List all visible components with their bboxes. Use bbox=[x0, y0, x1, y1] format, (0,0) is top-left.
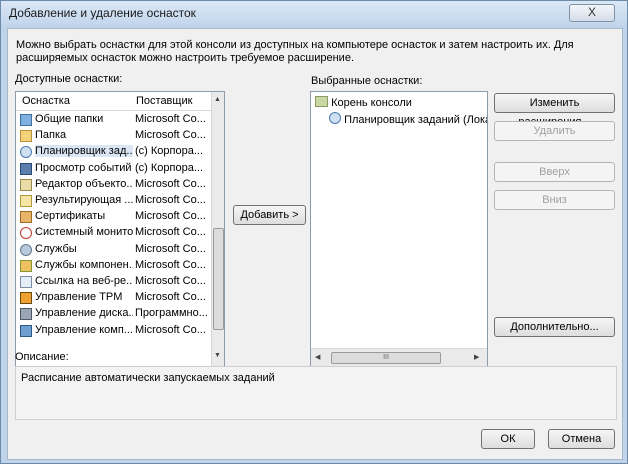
rsop-icon bbox=[20, 195, 32, 207]
horizontal-scroll-thumb[interactable]: III bbox=[331, 352, 441, 364]
dialog-window: Добавление и удаление оснасток X Можно в… bbox=[0, 0, 628, 464]
snapin-vendor: Программно... bbox=[135, 307, 208, 320]
snapin-name: Системный монитор bbox=[35, 226, 133, 239]
selected-snapins-tree[interactable]: Корень консоли Планировщик заданий (Лока… bbox=[310, 91, 488, 367]
edit-extensions-button[interactable]: Изменить расширения... bbox=[494, 93, 615, 128]
column-header-vendor[interactable]: Поставщик bbox=[136, 95, 192, 107]
tree-node-console-root[interactable]: Корень консоли bbox=[315, 96, 412, 109]
snapin-vendor: (c) Корпора... bbox=[135, 161, 204, 174]
list-item[interactable]: Управление TPM Microsoft Co... bbox=[16, 290, 211, 306]
snapin-name: Общие папки bbox=[35, 113, 104, 125]
folder-icon bbox=[20, 130, 32, 143]
ok-button[interactable]: ОК bbox=[481, 429, 535, 449]
web-link-icon bbox=[20, 276, 32, 288]
list-item[interactable]: Результирующая ... Microsoft Co... bbox=[16, 193, 211, 209]
cancel-button[interactable]: Отмена bbox=[548, 429, 615, 449]
snapin-name: Планировщик зад... bbox=[35, 145, 133, 158]
title-bar[interactable]: Добавление и удаление оснасток X bbox=[1, 1, 627, 25]
snapin-name: Службы bbox=[35, 242, 77, 255]
console-root-icon bbox=[315, 96, 328, 107]
window-title: Добавление и удаление оснасток bbox=[9, 6, 196, 20]
snapin-name: Просмотр событий bbox=[35, 161, 132, 174]
move-down-button[interactable]: Вниз bbox=[494, 190, 615, 210]
event-viewer-icon bbox=[20, 162, 32, 175]
tpm-icon bbox=[20, 292, 32, 305]
computer-management-icon bbox=[20, 324, 32, 337]
snapin-name: Управление TPM bbox=[35, 291, 123, 304]
snapin-name: Редактор объекто... bbox=[35, 177, 133, 190]
description-label: Описание: bbox=[15, 351, 69, 363]
snapin-vendor: Microsoft Co... bbox=[135, 275, 206, 287]
snapin-name: Службы компонен... bbox=[35, 258, 133, 271]
move-up-button[interactable]: Вверх bbox=[494, 162, 615, 182]
list-item[interactable]: Управление комп... Microsoft Co... bbox=[16, 323, 211, 339]
tree-node-label: Корень консоли bbox=[331, 97, 412, 109]
system-monitor-icon bbox=[20, 227, 32, 240]
snapin-vendor: Microsoft Co... bbox=[135, 323, 206, 336]
list-item[interactable]: Сертификаты Microsoft Co... bbox=[16, 209, 211, 225]
certificates-icon bbox=[20, 211, 32, 224]
available-snapins-label: Доступные оснастки: bbox=[15, 73, 123, 85]
task-scheduler-icon bbox=[20, 146, 32, 159]
snapin-vendor: Microsoft Co... bbox=[135, 210, 206, 223]
snapin-name: Управление диска... bbox=[35, 307, 133, 320]
snapin-vendor: Microsoft Co... bbox=[135, 226, 206, 239]
component-services-icon bbox=[20, 259, 32, 272]
vertical-scroll-thumb[interactable] bbox=[213, 228, 224, 330]
scroll-down-arrow-icon[interactable]: ▼ bbox=[214, 352, 221, 359]
available-snapins-list[interactable]: Оснастка Поставщик Общие папки Microsoft … bbox=[15, 91, 225, 367]
tree-node-task-scheduler[interactable]: Планировщик заданий (Локальн bbox=[329, 112, 487, 126]
snapin-vendor: Microsoft Co... bbox=[135, 258, 206, 271]
snapin-name: Результирующая ... bbox=[35, 194, 133, 206]
vertical-scrollbar[interactable]: ▲ ▼ bbox=[211, 92, 224, 366]
list-item[interactable]: Просмотр событий (c) Корпора... bbox=[16, 161, 211, 177]
close-icon: X bbox=[587, 5, 596, 19]
close-button[interactable]: X bbox=[569, 4, 615, 22]
list-item[interactable]: Службы компонен... Microsoft Co... bbox=[16, 258, 211, 274]
snapin-vendor: Microsoft Co... bbox=[135, 113, 206, 125]
list-item[interactable]: Ссылка на веб-ре... Microsoft Co... bbox=[16, 274, 211, 290]
snapin-vendor: (c) Корпора... bbox=[135, 145, 204, 158]
description-box: Расписание автоматически запускаемых зад… bbox=[15, 366, 617, 420]
list-header: Оснастка Поставщик bbox=[16, 92, 211, 111]
scroll-left-arrow-icon[interactable]: ◀ bbox=[315, 353, 320, 361]
shared-folders-icon bbox=[20, 114, 32, 126]
snapin-vendor: Microsoft Co... bbox=[135, 291, 206, 304]
horizontal-scrollbar[interactable]: ◀ III ▶ bbox=[311, 348, 487, 366]
snapin-name: Сертификаты bbox=[35, 210, 106, 223]
snapin-vendor: Microsoft Co... bbox=[135, 177, 206, 190]
list-item[interactable]: Редактор объекто... Microsoft Co... bbox=[16, 177, 211, 193]
list-item[interactable]: Системный монитор Microsoft Co... bbox=[16, 225, 211, 241]
description-text: Расписание автоматически запускаемых зад… bbox=[21, 372, 275, 384]
add-button[interactable]: Добавить > bbox=[233, 205, 306, 225]
task-scheduler-icon bbox=[329, 112, 341, 124]
tree-node-label: Планировщик заданий (Локальн bbox=[344, 114, 487, 126]
snapin-vendor: Microsoft Co... bbox=[135, 129, 206, 142]
column-header-snapin[interactable]: Оснастка bbox=[22, 95, 70, 107]
disk-management-icon bbox=[20, 308, 32, 321]
object-editor-icon bbox=[20, 178, 32, 191]
list-item[interactable]: Планировщик зад... (c) Корпора... bbox=[16, 144, 211, 160]
snapin-name: Папка bbox=[35, 129, 67, 142]
selected-snapins-label: Выбранные оснастки: bbox=[311, 75, 423, 87]
list-item[interactable]: Службы Microsoft Co... bbox=[16, 242, 211, 258]
advanced-button[interactable]: Дополнительно... bbox=[494, 317, 615, 337]
services-icon bbox=[20, 243, 32, 256]
remove-button[interactable]: Удалить bbox=[494, 121, 615, 141]
snapin-vendor: Microsoft Co... bbox=[135, 242, 206, 255]
intro-text: Можно выбрать оснастки для этой консоли … bbox=[16, 39, 574, 64]
list-item[interactable]: Общие папки Microsoft Co... bbox=[16, 112, 211, 128]
scroll-up-arrow-icon[interactable]: ▲ bbox=[214, 96, 221, 103]
list-item[interactable]: Управление диска... Программно... bbox=[16, 306, 211, 322]
scroll-right-arrow-icon[interactable]: ▶ bbox=[474, 353, 479, 361]
snapin-vendor: Microsoft Co... bbox=[135, 194, 206, 206]
list-item[interactable]: Папка Microsoft Co... bbox=[16, 128, 211, 144]
dialog-client-area: Можно выбрать оснастки для этой консоли … bbox=[7, 28, 623, 460]
snapin-name: Ссылка на веб-ре... bbox=[35, 275, 133, 287]
snapin-name: Управление комп... bbox=[35, 323, 133, 336]
